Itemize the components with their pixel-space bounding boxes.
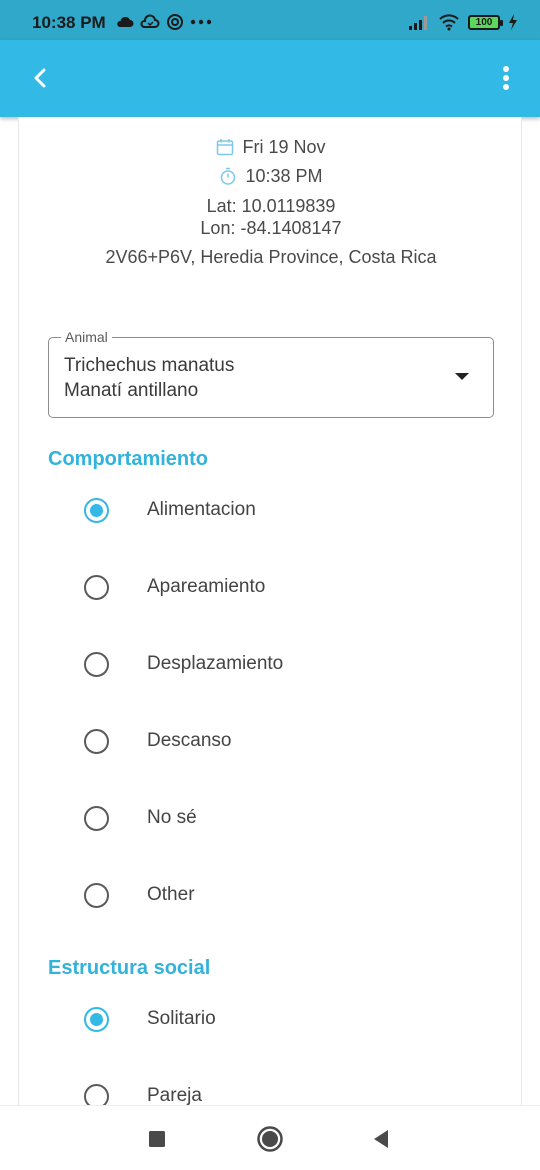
animal-select-label: Animal [61,329,112,345]
signal-icon [409,16,427,30]
dropdown-arrow-icon [455,373,469,380]
status-notification-icons [116,12,212,32]
radio-label: Pareja [147,1085,202,1106]
behavior-option-desplazamiento[interactable]: Desplazamiento [19,634,521,694]
radio-unchecked-icon[interactable] [84,575,109,600]
radio-checked-icon[interactable] [84,1007,109,1032]
wifi-icon [439,14,459,31]
social-option-pareja[interactable]: Pareja [19,1066,521,1107]
radio-label: Solitario [147,1008,216,1029]
animal-select-value: Trichechus manatus Manatí antillano [64,353,234,403]
cloud-sync-icon [140,14,160,28]
at-sign-icon [167,14,183,30]
status-system-icons: 100 [408,12,518,32]
triangle-back-icon [374,1130,388,1148]
back-button[interactable] [24,62,56,94]
observation-date: Fri 19 Nov [242,137,326,157]
radio-label: Other [147,884,195,905]
radio-label: No sé [147,807,197,828]
radio-unchecked-icon[interactable] [84,1084,109,1107]
behavior-option-other[interactable]: Other [19,865,521,925]
charging-bolt-icon [509,14,517,30]
radio-label: Descanso [147,730,232,751]
date-row: Fri 19 Nov [19,137,521,161]
radio-unchecked-icon[interactable] [84,883,109,908]
social-section-title: Estructura social [48,957,211,979]
social-option-solitario[interactable]: Solitario [19,989,521,1049]
battery-icon: 100 [468,14,503,30]
cloud-icon [117,16,134,27]
behavior-option-no-se[interactable]: No sé [19,788,521,848]
home-button[interactable] [255,1124,285,1154]
address: 2V66+P6V, Heredia Province, Costa Rica [105,247,437,267]
more-vert-icon [503,66,509,90]
circle-home-icon [257,1126,283,1152]
square-recents-icon [149,1131,165,1147]
chevron-left-icon [34,68,46,88]
back-nav-button[interactable] [366,1124,396,1154]
radio-label: Alimentacion [147,499,256,520]
animal-select[interactable]: Animal Trichechus manatus Manatí antilla… [48,329,494,418]
animal-common-name: Manatí antillano [64,380,199,401]
status-bar: 10:38 PM 100 [0,0,540,40]
calendar-icon [216,138,234,161]
battery-level: 100 [475,16,493,28]
system-nav-bar [0,1105,540,1170]
behavior-option-apareamiento[interactable]: Apareamiento [19,557,521,617]
observation-time: 10:38 PM [245,166,323,186]
status-time: 10:38 PM [32,13,106,32]
behavior-option-alimentacion[interactable]: Alimentacion [19,480,521,540]
time-row: 10:38 PM [19,166,521,190]
overflow-menu-button[interactable] [490,62,522,94]
more-notifications-icon [190,19,212,25]
radio-unchecked-icon[interactable] [84,652,109,677]
radio-unchecked-icon[interactable] [84,729,109,754]
longitude: Lon: -84.1408147 [200,218,342,238]
behavior-section-title: Comportamiento [48,448,208,470]
recents-button[interactable] [142,1124,172,1154]
app-bar [0,40,540,117]
radio-unchecked-icon[interactable] [84,806,109,831]
behavior-option-descanso[interactable]: Descanso [19,711,521,771]
observation-form: Fri 19 Nov 10:38 PM Lat: 10.0119839 Lon:… [18,117,522,1107]
stopwatch-icon [219,167,237,190]
radio-label: Apareamiento [147,576,266,597]
radio-checked-icon[interactable] [84,498,109,523]
radio-label: Desplazamiento [147,653,284,674]
animal-scientific-name: Trichechus manatus [64,355,235,376]
latitude: Lat: 10.0119839 [206,196,336,216]
